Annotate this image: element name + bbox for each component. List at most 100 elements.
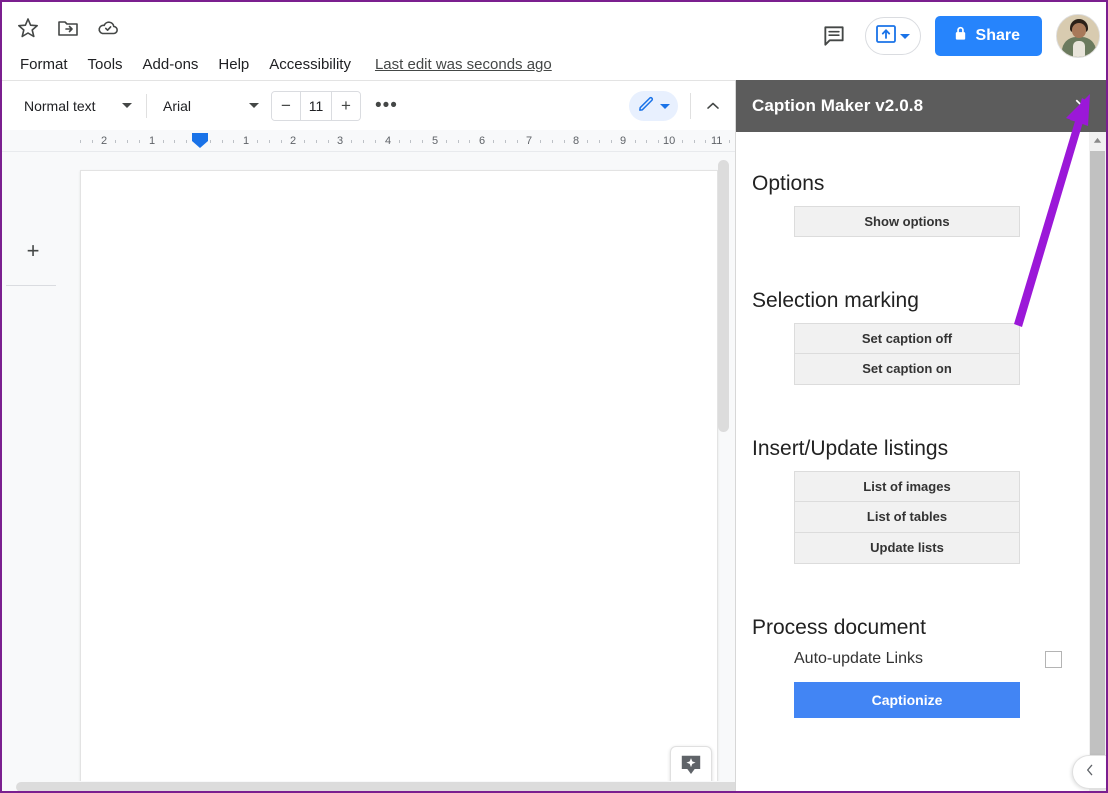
explore-star-icon: [678, 752, 704, 783]
ruler-ticks: 2 1 1 2 3 4 5 6 7 8 9 10 11: [2, 130, 735, 151]
ruler-label: 2: [290, 135, 297, 147]
toolbar-divider: [690, 93, 691, 119]
menu-item-add-ons[interactable]: Add-ons: [133, 52, 209, 78]
addon-sidebar: Caption Maker v2.0.8 × Options Show opti…: [735, 80, 1106, 791]
ruler-tick: [552, 140, 553, 143]
font-size-decrease-button[interactable]: −: [272, 91, 300, 120]
ruler-tick: [363, 140, 364, 143]
avatar-shirt: [1073, 41, 1085, 57]
ruler-tick: [635, 140, 636, 143]
auto-update-links-checkbox[interactable]: [1045, 650, 1062, 668]
document-vertical-scrollbar[interactable]: [718, 160, 729, 790]
chevron-down-icon: [122, 103, 132, 108]
list-of-images-button[interactable]: List of images: [794, 471, 1020, 502]
share-button-label: Share: [975, 27, 1020, 44]
addon-sidebar-body: Options Show options Selection marking S…: [736, 132, 1106, 791]
ruler-tick: [694, 140, 695, 143]
ruler-tick: [316, 140, 317, 143]
add-block-button[interactable]: +: [20, 238, 46, 264]
list-of-tables-button[interactable]: List of tables: [794, 502, 1020, 533]
scrollbar-thumb[interactable]: [16, 782, 735, 791]
star-icon[interactable]: [16, 16, 40, 40]
sidebar-close-button[interactable]: ×: [1070, 92, 1092, 120]
chevron-down-icon: [249, 103, 259, 108]
editing-mode-button[interactable]: [629, 91, 678, 121]
ruler-tick: [115, 140, 116, 143]
captionize-button[interactable]: Captionize: [794, 682, 1020, 718]
addon-sidebar-header: Caption Maker v2.0.8 ×: [736, 80, 1106, 132]
ruler-tick: [375, 140, 376, 143]
ruler-label: 7: [526, 135, 533, 147]
section-title-selection-marking: Selection marking: [752, 289, 919, 312]
ruler-tick: [611, 140, 612, 143]
toolbar-overflow-button[interactable]: •••: [375, 96, 398, 115]
ruler-tick: [658, 140, 659, 143]
ruler-tick: [505, 140, 506, 143]
ruler-tick: [682, 140, 683, 143]
ruler-tick: [80, 140, 81, 143]
section-title-options: Options: [752, 172, 825, 195]
ruler-tick: [328, 140, 329, 143]
toolbar-right-group: [629, 81, 731, 131]
ruler-tick: [458, 140, 459, 143]
section-title-process-document: Process document: [752, 616, 926, 639]
ruler-label: 10: [663, 135, 676, 147]
auto-update-links-row: Auto-update Links: [794, 650, 1062, 668]
ruler-tick: [517, 140, 518, 143]
left-indent-marker[interactable]: [192, 133, 208, 141]
cloud-saved-icon[interactable]: [96, 16, 120, 40]
ruler-label: 1: [149, 135, 156, 147]
ruler-label: 6: [479, 135, 486, 147]
ruler-label: 4: [385, 135, 392, 147]
document-horizontal-scrollbar[interactable]: [2, 781, 735, 791]
lock-icon: [953, 25, 968, 47]
last-edit-status[interactable]: Last edit was seconds ago: [375, 54, 552, 76]
ruler-tick: [729, 140, 730, 143]
ruler-tick: [281, 140, 282, 143]
addon-title: Caption Maker v2.0.8: [752, 96, 924, 115]
ruler-tick: [127, 140, 128, 143]
comment-icon[interactable]: [817, 19, 851, 53]
ruler-tick: [446, 140, 447, 143]
menu-item-help[interactable]: Help: [208, 52, 259, 78]
set-caption-off-button[interactable]: Set caption off: [794, 323, 1020, 354]
scrollbar-thumb[interactable]: [718, 160, 729, 432]
show-options-button[interactable]: Show options: [794, 206, 1020, 237]
font-size-increase-button[interactable]: +: [332, 91, 360, 120]
update-lists-button[interactable]: Update lists: [794, 533, 1020, 564]
sidebar-collapse-button[interactable]: [1072, 755, 1106, 789]
share-button[interactable]: Share: [934, 16, 1042, 56]
insert-update-listings-section: Insert/Update listings List of images Li…: [752, 437, 1076, 564]
paragraph-style-dropdown[interactable]: Normal text: [16, 91, 138, 121]
account-avatar[interactable]: [1056, 14, 1100, 58]
ruler-label: 3: [337, 135, 344, 147]
move-to-folder-icon[interactable]: [56, 16, 80, 40]
document-canvas[interactable]: +: [2, 152, 735, 791]
auto-update-links-label: Auto-update Links: [794, 650, 923, 667]
pencil-edit-icon: [637, 94, 656, 118]
chevron-left-icon: [1082, 762, 1098, 783]
present-upload-icon: [874, 23, 898, 50]
doc-quick-actions: [16, 16, 120, 40]
font-size-input[interactable]: 11: [300, 91, 332, 120]
font-family-dropdown[interactable]: Arial: [155, 91, 265, 121]
set-caption-on-button[interactable]: Set caption on: [794, 354, 1020, 385]
ruler-tick: [564, 140, 565, 143]
menu-item-format[interactable]: Format: [10, 52, 78, 78]
menu-item-tools[interactable]: Tools: [78, 52, 133, 78]
menu-item-accessibility[interactable]: Accessibility: [259, 52, 361, 78]
ruler-tick: [222, 140, 223, 143]
scroll-up-arrow-icon[interactable]: [1089, 132, 1106, 149]
avatar-face: [1072, 23, 1086, 38]
section-title-insert-update-listings: Insert/Update listings: [752, 437, 949, 460]
scrollbar-thumb[interactable]: [1090, 151, 1105, 761]
present-upload-button[interactable]: [864, 17, 921, 55]
sidebar-scrollbar[interactable]: [1089, 132, 1106, 791]
document-ruler[interactable]: 2 1 1 2 3 4 5 6 7 8 9 10 11: [2, 130, 735, 152]
ruler-tick: [646, 140, 647, 143]
chevron-down-icon: [660, 103, 670, 109]
menu-bar: Format Tools Add-ons Help Accessibility …: [10, 52, 552, 78]
paragraph-style-value: Normal text: [24, 97, 96, 114]
document-page[interactable]: [80, 170, 718, 791]
chevron-up-icon[interactable]: [703, 96, 731, 116]
